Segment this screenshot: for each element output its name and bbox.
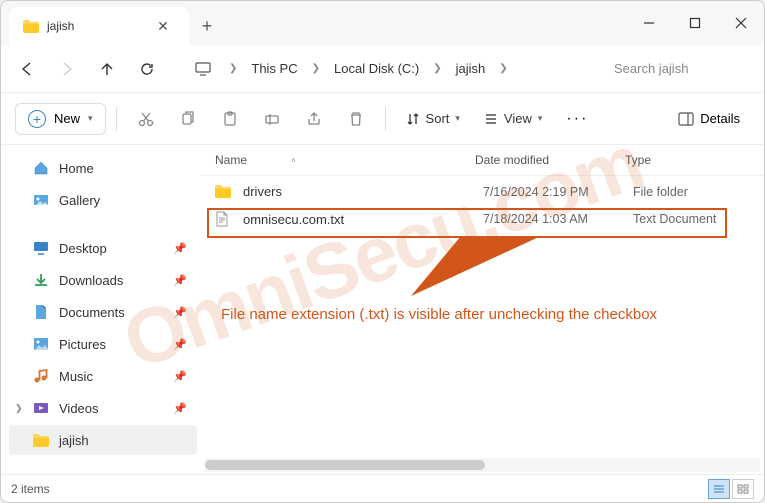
sidebar-item-documents[interactable]: Documents 📌	[9, 297, 197, 327]
chevron-down-icon: ▾	[88, 113, 93, 124]
window-controls	[626, 1, 764, 45]
close-window-button[interactable]	[718, 1, 764, 45]
forward-button[interactable]	[49, 51, 85, 87]
refresh-button[interactable]	[129, 51, 165, 87]
sidebar-item-videos[interactable]: ❯ Videos 📌	[9, 393, 197, 423]
folder-icon	[33, 432, 49, 448]
sidebar-item-music[interactable]: Music 📌	[9, 361, 197, 391]
new-button[interactable]: + New ▾	[15, 103, 106, 135]
status-bar: 2 items	[1, 474, 764, 502]
rename-button[interactable]	[253, 101, 291, 137]
view-button[interactable]: View ▾	[474, 105, 552, 132]
horizontal-scrollbar[interactable]	[205, 458, 760, 472]
thumbnails-view-button[interactable]	[732, 479, 754, 499]
up-button[interactable]	[89, 51, 125, 87]
search-input[interactable]: Search jajish	[606, 53, 756, 85]
details-view-button[interactable]	[708, 479, 730, 499]
file-list-pane: Name˄ Date modified Type drivers 7/16/20…	[201, 145, 764, 474]
sidebar: Home Gallery Desktop 📌 Downloads 📌 Docum…	[1, 145, 201, 474]
pc-icon[interactable]	[185, 51, 221, 87]
annotation-text: File name extension (.txt) is visible af…	[221, 306, 657, 323]
pin-icon: 📌	[173, 370, 187, 383]
chevron-down-icon: ▾	[538, 113, 543, 124]
desktop-icon	[33, 240, 49, 256]
sort-icon	[406, 112, 420, 126]
title-bar: jajish ✕ +	[1, 1, 764, 45]
folder-icon	[215, 185, 235, 198]
breadcrumb-this-pc[interactable]: This PC	[245, 53, 303, 85]
item-count: 2 items	[11, 482, 50, 496]
more-button[interactable]: ···	[556, 104, 598, 134]
tab-title: jajish	[47, 19, 143, 33]
toolbar: + New ▾ Sort ▾ View ▾ ··· Details	[1, 93, 764, 145]
pin-icon: 📌	[173, 338, 187, 351]
copy-button[interactable]	[169, 101, 207, 137]
close-tab-button[interactable]: ✕	[151, 18, 175, 35]
breadcrumb-drive[interactable]: Local Disk (C:)	[328, 53, 425, 85]
chevron-right-icon[interactable]: ❯	[225, 63, 241, 74]
sidebar-item-desktop[interactable]: Desktop 📌	[9, 233, 197, 263]
home-icon	[33, 160, 49, 176]
address-bar: ❯ This PC ❯ Local Disk (C:) ❯ jajish ❯ S…	[1, 45, 764, 93]
sidebar-item-downloads[interactable]: Downloads 📌	[9, 265, 197, 295]
chevron-right-icon[interactable]: ❯	[308, 63, 324, 74]
column-headers: Name˄ Date modified Type	[201, 145, 764, 176]
maximize-button[interactable]	[672, 1, 718, 45]
chevron-right-icon[interactable]: ❯	[429, 63, 445, 74]
new-tab-button[interactable]: +	[189, 7, 225, 45]
file-explorer-window: jajish ✕ + ❯ This PC ❯ Local Disk (C:) ❯…	[0, 0, 765, 503]
file-icon	[215, 211, 235, 227]
sidebar-item-home[interactable]: Home	[9, 153, 197, 183]
sidebar-item-gallery[interactable]: Gallery	[9, 185, 197, 215]
file-row-txt[interactable]: omnisecu.com.txt 7/18/2024 1:03 AM Text …	[205, 205, 760, 233]
annotation-arrow	[411, 236, 541, 296]
details-icon	[678, 112, 694, 126]
music-icon	[33, 368, 49, 384]
paste-button[interactable]	[211, 101, 249, 137]
sidebar-item-current-folder[interactable]: jajish	[9, 425, 197, 455]
column-date[interactable]: Date modified	[475, 153, 625, 167]
cut-button[interactable]	[127, 101, 165, 137]
gallery-icon	[33, 192, 49, 208]
sidebar-item-pictures[interactable]: Pictures 📌	[9, 329, 197, 359]
pin-icon: 📌	[173, 306, 187, 319]
pin-icon: 📌	[173, 242, 187, 255]
share-button[interactable]	[295, 101, 333, 137]
column-name[interactable]: Name˄	[215, 153, 475, 167]
file-row-folder[interactable]: drivers 7/16/2024 2:19 PM File folder	[205, 178, 760, 205]
chevron-down-icon: ▾	[455, 113, 460, 124]
minimize-button[interactable]	[626, 1, 672, 45]
chevron-right-icon[interactable]: ❯	[495, 63, 511, 74]
downloads-icon	[33, 272, 49, 288]
pin-icon: 📌	[173, 402, 187, 415]
sort-indicator-icon: ˄	[291, 156, 296, 165]
chevron-right-icon: ❯	[15, 403, 23, 414]
window-tab[interactable]: jajish ✕	[9, 7, 189, 45]
videos-icon	[33, 400, 49, 416]
pictures-icon	[33, 336, 49, 352]
details-pane-button[interactable]: Details	[668, 105, 750, 132]
pin-icon: 📌	[173, 274, 187, 287]
column-type[interactable]: Type	[625, 153, 750, 167]
folder-icon	[23, 20, 39, 33]
documents-icon	[33, 304, 49, 320]
back-button[interactable]	[9, 51, 45, 87]
file-list: drivers 7/16/2024 2:19 PM File folder om…	[201, 176, 764, 458]
sort-button[interactable]: Sort ▾	[396, 105, 470, 132]
delete-button[interactable]	[337, 101, 375, 137]
breadcrumb-folder[interactable]: jajish	[450, 53, 492, 85]
view-icon	[484, 112, 498, 126]
plus-icon: +	[28, 110, 46, 128]
